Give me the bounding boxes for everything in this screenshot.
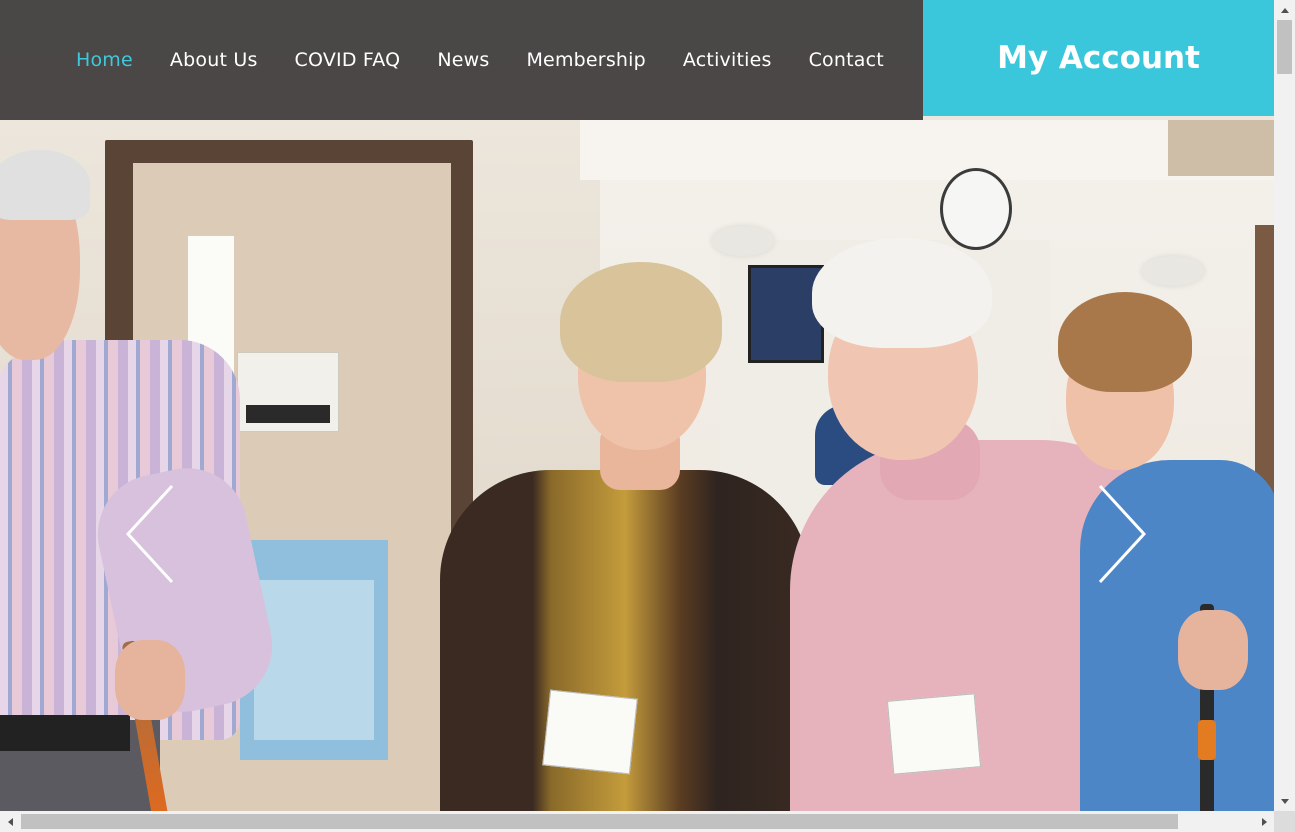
woman-hair xyxy=(560,262,722,382)
my-account-button[interactable]: My Account xyxy=(923,0,1274,116)
horizontal-scrollbar[interactable] xyxy=(0,811,1274,832)
wall-clock xyxy=(940,168,1012,250)
vertical-scroll-thumb[interactable] xyxy=(1277,20,1292,74)
ceiling-lamp xyxy=(712,226,774,256)
scroll-down-button[interactable] xyxy=(1274,791,1295,811)
arrow-left-icon xyxy=(7,817,13,826)
scroll-up-button[interactable] xyxy=(1274,0,1295,20)
woman-hand xyxy=(1178,610,1248,690)
woman-hair xyxy=(812,238,992,348)
man-hair xyxy=(0,150,90,220)
chevron-left-icon xyxy=(125,484,174,584)
reception-sign xyxy=(1168,120,1274,176)
scroll-right-button[interactable] xyxy=(1254,811,1274,832)
arrow-down-icon xyxy=(1280,798,1289,804)
nav-item-news[interactable]: News xyxy=(437,49,489,71)
nav-item-contact[interactable]: Contact xyxy=(809,49,884,71)
slideshow-prev-button[interactable] xyxy=(124,484,176,584)
scroll-left-button[interactable] xyxy=(0,811,20,832)
arrow-up-icon xyxy=(1280,7,1289,13)
chevron-right-icon xyxy=(1098,484,1147,584)
nav-item-membership[interactable]: Membership xyxy=(526,49,645,71)
nav-item-activities[interactable]: Activities xyxy=(683,49,772,71)
vertical-scrollbar[interactable] xyxy=(1274,0,1295,811)
scrollbar-corner xyxy=(1274,811,1295,832)
horizontal-scroll-thumb[interactable] xyxy=(21,814,1178,829)
name-tag xyxy=(542,689,638,775)
woman-hair xyxy=(1058,292,1192,392)
nav-item-covid-faq[interactable]: COVID FAQ xyxy=(295,49,401,71)
man-belt xyxy=(0,715,130,751)
wall-tv xyxy=(748,265,824,363)
slideshow-next-button[interactable] xyxy=(1096,484,1148,584)
man-hand xyxy=(115,640,185,720)
door-sign xyxy=(237,352,339,432)
site-header: Home About Us COVID FAQ News Membership … xyxy=(0,0,923,120)
walking-pole-grip xyxy=(1198,720,1216,760)
nav-item-home[interactable]: Home xyxy=(76,49,133,71)
name-tag xyxy=(886,693,982,775)
hero-slideshow-image xyxy=(0,0,1274,811)
main-nav: Home About Us COVID FAQ News Membership … xyxy=(76,0,921,120)
nav-item-about-us[interactable]: About Us xyxy=(170,49,258,71)
page-viewport: Home About Us COVID FAQ News Membership … xyxy=(0,0,1274,811)
ceiling-lamp xyxy=(1142,256,1204,286)
arrow-right-icon xyxy=(1261,817,1267,826)
